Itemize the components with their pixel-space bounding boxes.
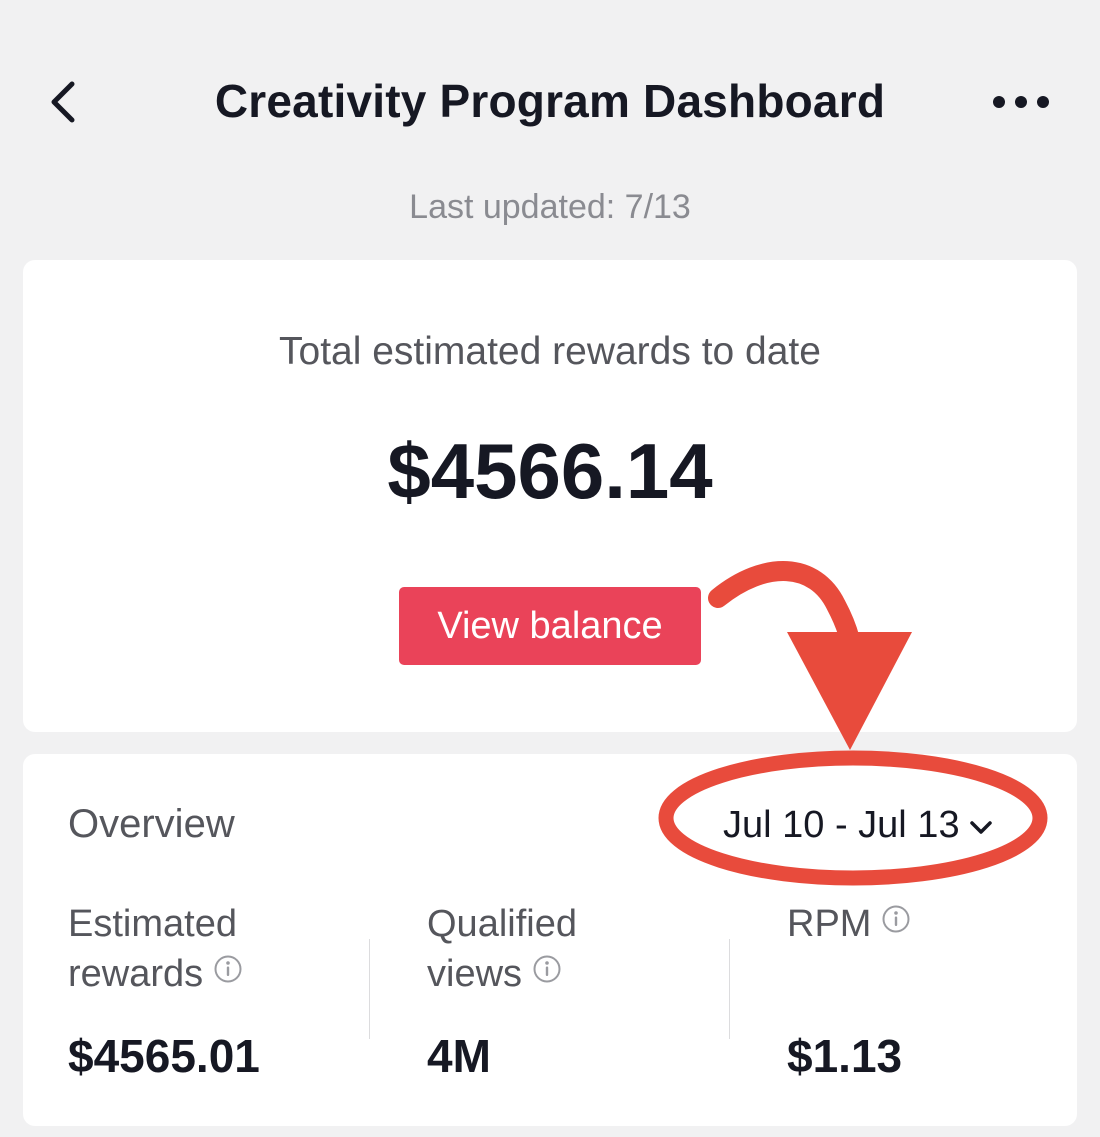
top-bar: Creativity Program Dashboard (0, 0, 1100, 170)
total-rewards-value: $4566.14 (387, 427, 713, 515)
overview-title: Overview (68, 802, 235, 846)
metric-label-line1: RPM (787, 903, 872, 945)
metric-qualified-views: Qualified views 4M (427, 899, 727, 1082)
metric-divider (729, 939, 730, 1039)
info-icon[interactable] (213, 947, 243, 997)
page-title: Creativity Program Dashboard (214, 75, 886, 127)
metric-label: Estimated rewards (68, 899, 368, 999)
date-range-selector[interactable]: Jul 10 - Jul 13 (723, 804, 994, 852)
metric-label: RPM (787, 899, 1087, 949)
metric-value: $4565.01 (68, 1030, 260, 1082)
date-range-label: Jul 10 - Jul 13 (723, 804, 960, 846)
chevron-down-icon (968, 805, 994, 848)
info-icon[interactable] (881, 897, 911, 947)
overview-card: Overview Jul 10 - Jul 13 Estimated rewar… (23, 754, 1077, 1126)
metric-divider (369, 939, 370, 1039)
view-balance-button[interactable]: View balance (399, 587, 701, 665)
last-updated-text: Last updated: 7/13 (409, 188, 691, 226)
total-rewards-card: Total estimated rewards to date $4566.14… (23, 260, 1077, 732)
metric-label-line1: Qualified (427, 903, 577, 945)
metric-value: $1.13 (787, 1030, 903, 1082)
info-icon[interactable] (532, 947, 562, 997)
more-options-button[interactable] (985, 82, 1060, 122)
metric-estimated-rewards: Estimated rewards $4565.01 (68, 899, 368, 1082)
metric-rpm: RPM $1.13 (787, 899, 1087, 1082)
metric-label-line2: rewards (68, 953, 204, 995)
total-rewards-label: Total estimated rewards to date (279, 330, 821, 373)
more-horizontal-icon (993, 96, 1049, 108)
metric-label-line2: views (427, 953, 523, 995)
metric-label: Qualified views (427, 899, 727, 999)
metric-label-line1: Estimated (68, 903, 237, 945)
metric-value: 4M (427, 1030, 491, 1082)
